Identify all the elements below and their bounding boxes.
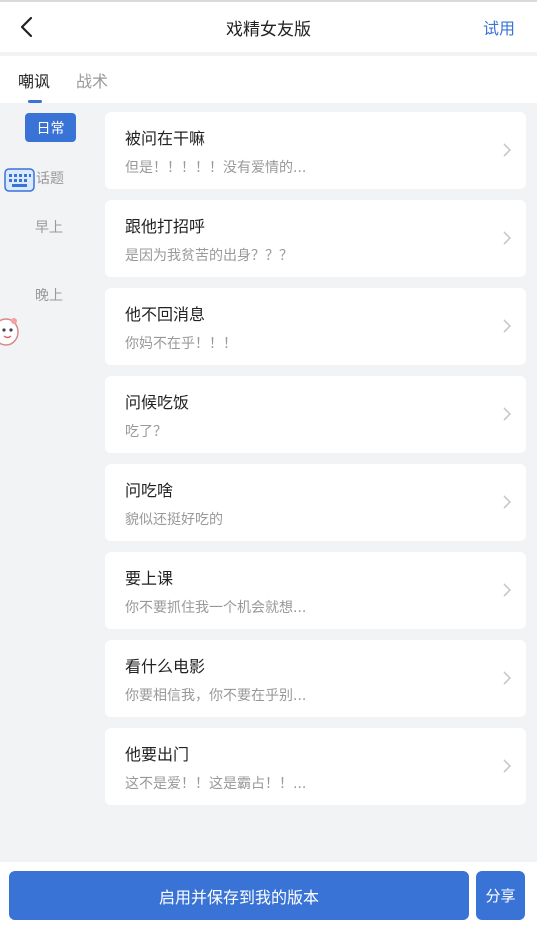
list-item[interactable]: 看什么电影 你要相信我，你不要在乎别... bbox=[105, 640, 526, 717]
category-sidebar: 日常 话题 早上 晚上 bbox=[0, 103, 100, 863]
card-subtitle: 这不是爱！！这是霸占！！... bbox=[125, 776, 307, 792]
chevron-right-icon bbox=[503, 319, 512, 333]
page-title: 戏精女友版 bbox=[226, 19, 311, 40]
card-subtitle: 吃了？ bbox=[125, 424, 167, 440]
sidebar-item-evening[interactable]: 晚上 bbox=[35, 285, 63, 305]
back-arrow-icon bbox=[20, 16, 33, 38]
list-item[interactable]: 跟他打招呼 是因为我贫苦的出身？？？ bbox=[105, 200, 526, 277]
card-title: 看什么电影 bbox=[125, 657, 206, 676]
top-bar: 戏精女友版 试用 bbox=[0, 0, 537, 52]
sidebar-item-label: 晚上 bbox=[35, 288, 63, 304]
chevron-right-icon bbox=[503, 759, 512, 773]
chevron-right-icon bbox=[503, 143, 512, 157]
card-title: 被问在干嘛 bbox=[125, 129, 206, 148]
card-subtitle: 你妈不在乎！！！ bbox=[125, 336, 237, 352]
card-subtitle: 貌似还挺好吃的 bbox=[125, 512, 223, 528]
chevron-right-icon bbox=[503, 671, 512, 685]
phrase-list: 被问在干嘛 但是！！！！！没有爱情的... 跟他打招呼 是因为我贫苦的出身？？？… bbox=[105, 112, 526, 816]
list-item[interactable]: 问吃啥 貌似还挺好吃的 bbox=[105, 464, 526, 541]
card-title: 跟他打招呼 bbox=[125, 217, 206, 236]
card-subtitle: 你要相信我，你不要在乎别... bbox=[125, 688, 307, 704]
card-subtitle: 是因为我贫苦的出身？？？ bbox=[125, 248, 293, 264]
card-subtitle: 但是！！！！！没有爱情的... bbox=[125, 160, 307, 176]
card-title: 问候吃饭 bbox=[125, 393, 190, 412]
bottom-action-bar: 启用并保存到我的版本 分享 bbox=[0, 862, 537, 933]
card-title: 他要出门 bbox=[125, 745, 190, 764]
back-button[interactable] bbox=[12, 12, 40, 42]
sidebar-item-topic[interactable]: 话题 bbox=[36, 168, 64, 188]
list-item[interactable]: 要上课 你不要抓住我一个机会就想... bbox=[105, 552, 526, 629]
try-button[interactable]: 试用 bbox=[483, 15, 515, 39]
sidebar-item-label: 早上 bbox=[35, 220, 63, 236]
card-title: 要上课 bbox=[125, 569, 174, 588]
chevron-right-icon bbox=[503, 407, 512, 421]
chevron-right-icon bbox=[503, 495, 512, 509]
sidebar-item-morning[interactable]: 早上 bbox=[35, 217, 63, 237]
card-title: 问吃啥 bbox=[125, 481, 174, 500]
mascot-icon[interactable] bbox=[0, 316, 20, 348]
keyboard-icon[interactable] bbox=[4, 166, 35, 194]
sidebar-item-daily[interactable]: 日常 bbox=[25, 113, 76, 142]
tab-bar: 嘲讽 战术 bbox=[0, 56, 537, 103]
list-item[interactable]: 被问在干嘛 但是！！！！！没有爱情的... bbox=[105, 112, 526, 189]
card-subtitle: 你不要抓住我一个机会就想... bbox=[125, 600, 307, 616]
list-item[interactable]: 他不回消息 你妈不在乎！！！ bbox=[105, 288, 526, 365]
tab-mock[interactable]: 嘲讽 bbox=[18, 68, 50, 92]
sidebar-item-label: 话题 bbox=[36, 171, 64, 187]
card-title: 他不回消息 bbox=[125, 305, 206, 324]
tab-tactics[interactable]: 战术 bbox=[76, 68, 108, 92]
list-item[interactable]: 问候吃饭 吃了？ bbox=[105, 376, 526, 453]
share-button[interactable]: 分享 bbox=[476, 871, 525, 920]
chevron-right-icon bbox=[503, 583, 512, 597]
sidebar-item-label: 日常 bbox=[36, 120, 65, 137]
chevron-right-icon bbox=[503, 231, 512, 245]
list-item[interactable]: 他要出门 这不是爱！！这是霸占！！... bbox=[105, 728, 526, 805]
save-to-my-version-button[interactable]: 启用并保存到我的版本 bbox=[9, 871, 469, 920]
